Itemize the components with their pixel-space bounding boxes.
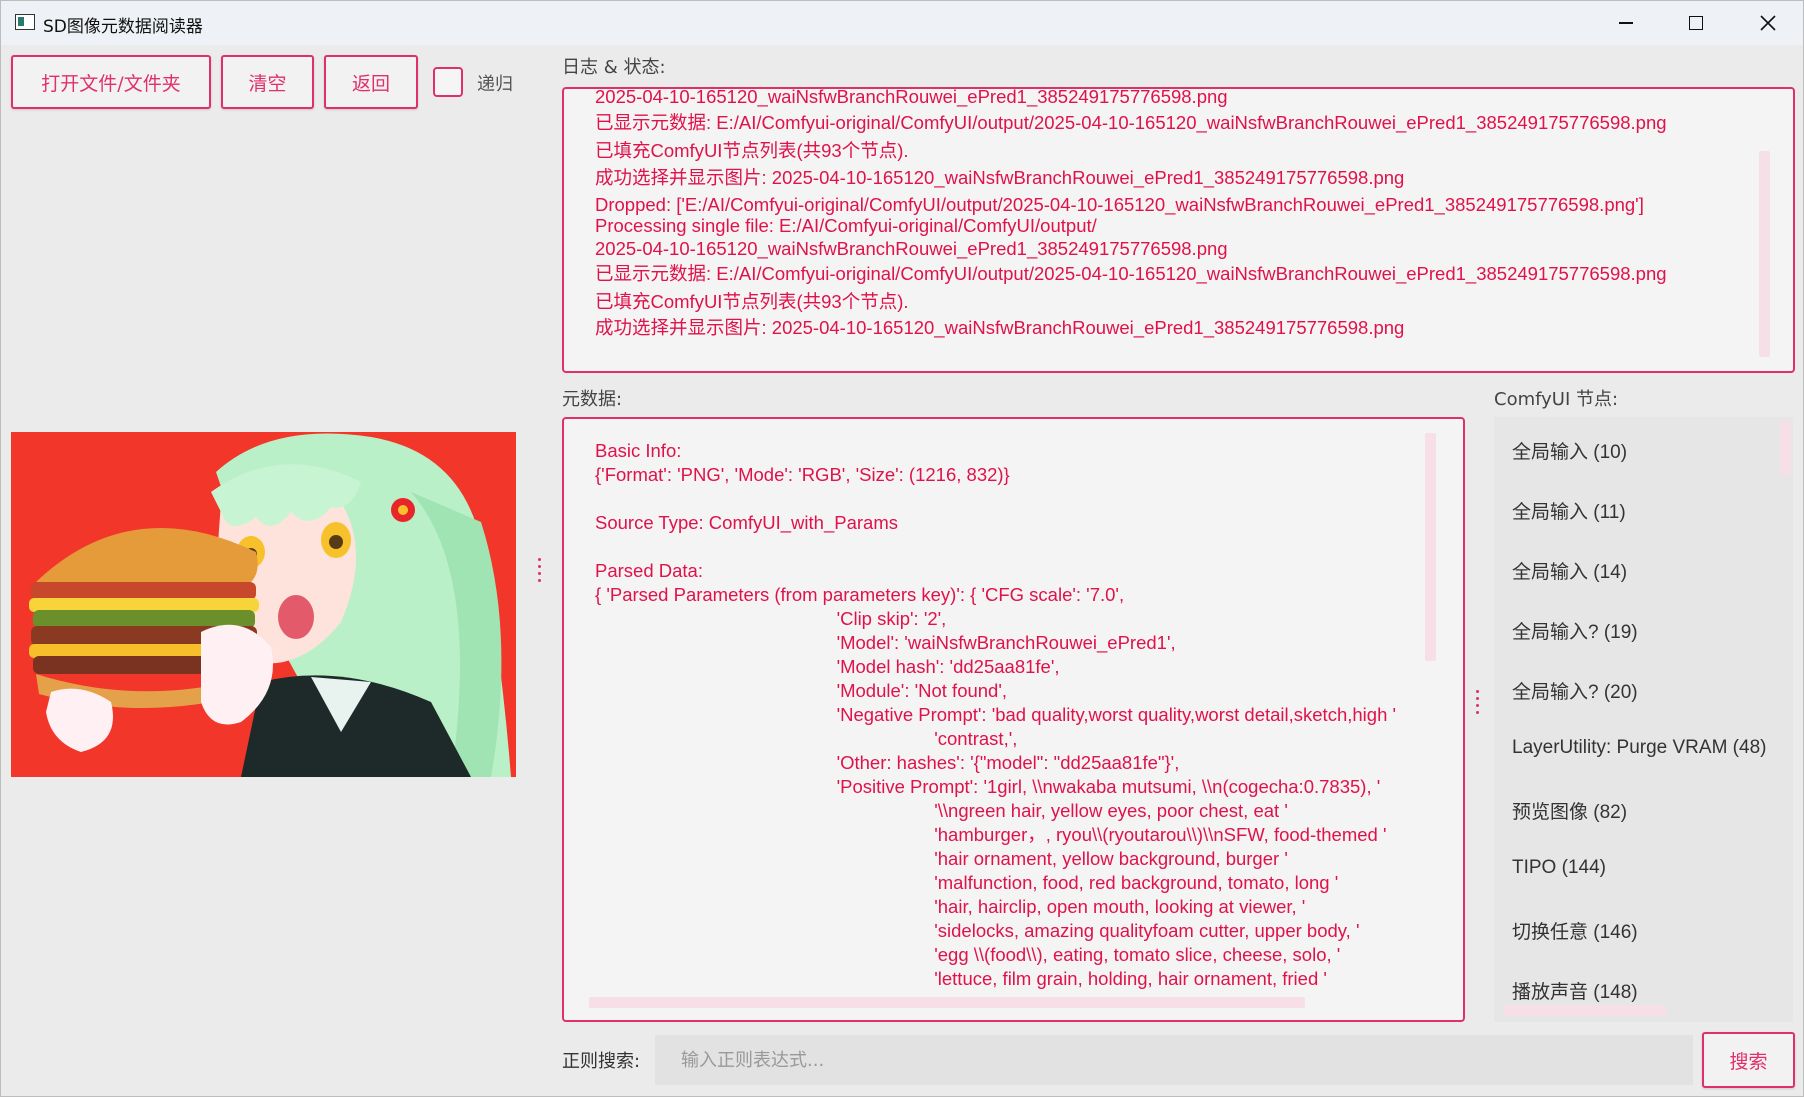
nodes-label: ComfyUI 节点: — [1494, 389, 1619, 410]
log-line: Processing single file: E:/AI/Comfyui-or… — [595, 215, 1097, 236]
nodes-vertical-scrollbar[interactable] — [1780, 421, 1791, 475]
window-title: SD图像元数据阅读器 — [43, 17, 203, 37]
search-label: 正则搜索: — [562, 1051, 641, 1072]
metadata-label: 元数据: — [562, 389, 623, 410]
metadata-horizontal-scrollbar[interactable] — [589, 997, 1305, 1008]
log-line: 成功选择并显示图片: 2025-04-10-165120_waiNsfwBran… — [595, 317, 1405, 338]
log-label: 日志 & 状态: — [562, 57, 666, 78]
open-file-folder-button[interactable]: 打开文件/文件夹 — [11, 55, 211, 109]
log-line: 已填充ComfyUI节点列表(共93个节点). — [595, 140, 909, 161]
close-icon — [1760, 15, 1776, 31]
node-list-item[interactable]: 播放声音 (148) — [1512, 977, 1638, 1004]
log-line: 成功选择并显示图片: 2025-04-10-165120_waiNsfwBran… — [595, 167, 1405, 188]
maximize-button[interactable] — [1661, 1, 1731, 45]
search-button[interactable]: 搜索 — [1702, 1032, 1795, 1088]
regex-search-input[interactable] — [655, 1035, 1693, 1085]
right-splitter-handle[interactable] — [1476, 690, 1480, 714]
clear-button[interactable]: 清空 — [221, 55, 314, 109]
metadata-panel[interactable]: Basic Info: {'Format': 'PNG', 'Mode': 'R… — [562, 417, 1465, 1022]
left-splitter-handle[interactable] — [538, 558, 542, 582]
log-scrollbar[interactable] — [1759, 151, 1770, 357]
nodes-horizontal-scrollbar[interactable] — [1504, 1005, 1666, 1016]
log-panel[interactable]: 2025-04-10-165120_waiNsfwBranchRouwei_eP… — [562, 87, 1795, 373]
log-line: 2025-04-10-165120_waiNsfwBranchRouwei_eP… — [595, 238, 1228, 259]
image-preview — [11, 432, 516, 777]
recursive-label: 递归 — [477, 74, 513, 95]
node-list-item[interactable]: 全局输入 (11) — [1512, 497, 1626, 524]
back-button[interactable]: 返回 — [324, 55, 418, 109]
node-list-item[interactable]: TIPO (144) — [1512, 857, 1606, 879]
app-icon — [15, 14, 35, 30]
node-list-item[interactable]: 全局输入? (19) — [1512, 617, 1638, 644]
node-list-item[interactable]: 全局输入 (10) — [1512, 437, 1627, 464]
app-window: SD图像元数据阅读器 打开文件/文件夹 清空 返回 递归 日志 & 状态: 20… — [0, 0, 1804, 1097]
node-list-item[interactable]: 全局输入 (14) — [1512, 557, 1627, 584]
metadata-text: Basic Info: {'Format': 'PNG', 'Mode': 'R… — [595, 440, 1397, 989]
metadata-vertical-scrollbar[interactable] — [1425, 433, 1436, 661]
node-list-item[interactable]: LayerUtility: Purge VRAM (48) — [1512, 737, 1766, 759]
title-bar: SD图像元数据阅读器 — [1, 1, 1803, 45]
burger-girl-preview — [11, 432, 516, 777]
maximize-icon — [1689, 16, 1703, 30]
node-list-item[interactable]: 切换任意 (146) — [1512, 917, 1638, 944]
nodes-list: 全局输入 (10) 全局输入 (11) 全局输入 (14) 全局输入? (19) 全局输… — [1494, 417, 1793, 1022]
minimize-icon — [1619, 22, 1633, 24]
log-line: 已填充ComfyUI节点列表(共93个节点). — [595, 291, 909, 312]
node-list-item[interactable]: 预览图像 (82) — [1512, 797, 1627, 824]
close-button[interactable] — [1733, 1, 1803, 45]
log-line: 已显示元数据: E:/AI/Comfyui-original/ComfyUI/o… — [595, 263, 1667, 284]
log-line: 已显示元数据: E:/AI/Comfyui-original/ComfyUI/o… — [595, 112, 1667, 133]
minimize-button[interactable] — [1591, 1, 1661, 45]
node-list-item[interactable]: 全局输入? (20) — [1512, 677, 1638, 704]
recursive-checkbox[interactable] — [433, 67, 463, 97]
log-line: 2025-04-10-165120_waiNsfwBranchRouwei_eP… — [595, 87, 1228, 107]
